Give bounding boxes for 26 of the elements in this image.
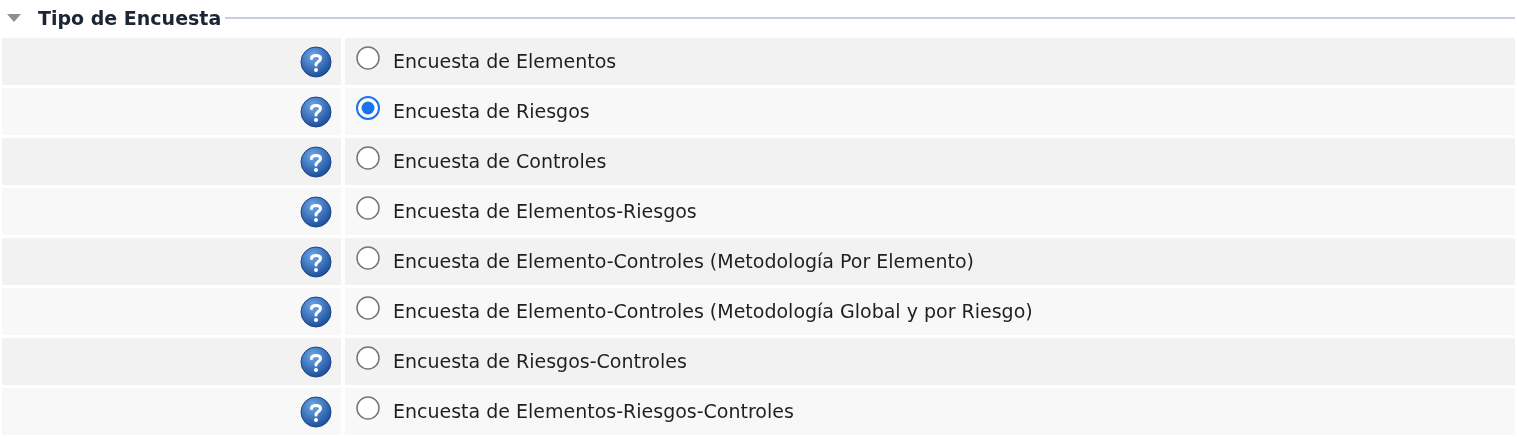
option-label: Encuesta de Elementos-Riesgos-Controles (393, 399, 794, 425)
radio-button[interactable] (355, 194, 381, 221)
radio-button[interactable] (355, 394, 381, 421)
section-title: Tipo de Encuesta (38, 5, 222, 31)
option-label: Encuesta de Elemento-Controles (Metodología Global y por Riesgo) (393, 299, 1033, 325)
help-icon[interactable] (300, 145, 332, 178)
radio-button[interactable] (355, 344, 381, 371)
option-label: Encuesta de Elemento-Controles (Metodología Por Elemento) (393, 249, 974, 275)
help-icon[interactable] (300, 245, 332, 278)
option-label: Encuesta de Elementos-Riesgos (393, 199, 697, 225)
option-label: Encuesta de Riesgos (393, 99, 590, 125)
help-icon[interactable] (300, 295, 332, 328)
help-icon[interactable] (300, 95, 332, 128)
help-icon[interactable] (300, 195, 332, 228)
collapse-triangle-icon[interactable] (6, 13, 22, 23)
radio-button[interactable] (355, 244, 381, 271)
option-label: Encuesta de Elementos (393, 49, 617, 75)
help-icon[interactable] (300, 395, 332, 428)
radio-button[interactable] (355, 44, 381, 71)
radio-button[interactable] (355, 294, 381, 321)
help-icon[interactable] (300, 345, 332, 378)
radio-button[interactable] (355, 94, 381, 121)
help-icon[interactable] (300, 45, 332, 78)
option-label: Encuesta de Controles (393, 149, 607, 175)
option-label: Encuesta de Riesgos-Controles (393, 349, 687, 375)
radio-button[interactable] (355, 144, 381, 171)
